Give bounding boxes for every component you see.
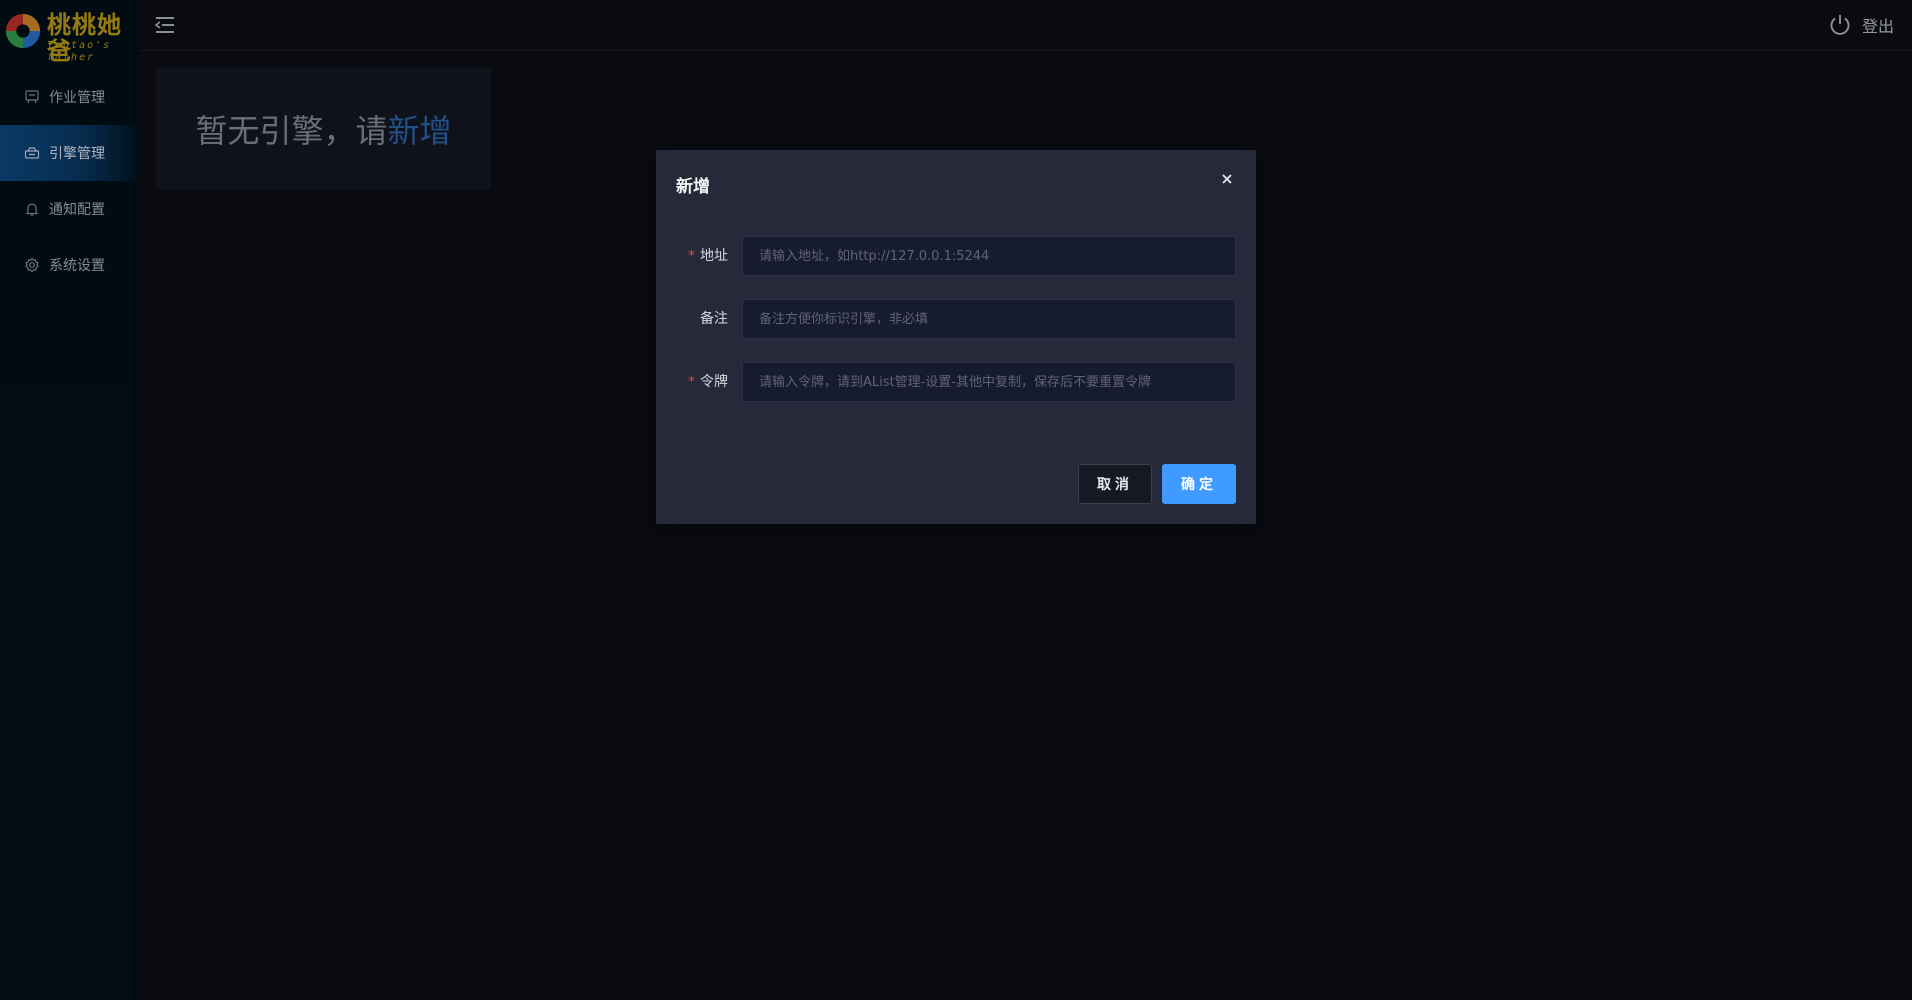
remark-label: 备注 xyxy=(700,311,728,327)
address-input[interactable] xyxy=(742,236,1236,276)
add-engine-dialog: 新增 *地址 备注 *令牌 取消 确定 xyxy=(656,150,1256,524)
form-row-address: * 地址 xyxy=(656,236,1256,276)
remark-input[interactable] xyxy=(742,299,1236,339)
close-icon[interactable] xyxy=(1218,170,1236,188)
required-mark: * xyxy=(688,374,695,390)
confirm-button[interactable]: 确定 xyxy=(1162,464,1236,504)
form-row-remark: 备注 xyxy=(656,299,1256,339)
required-mark: * xyxy=(688,248,695,264)
token-input[interactable] xyxy=(742,362,1236,402)
address-label: * 地址 xyxy=(688,248,728,264)
cancel-button[interactable]: 取消 xyxy=(1078,464,1152,504)
form-row-token: * 令牌 xyxy=(656,362,1256,402)
dialog-title: 新增 xyxy=(676,177,710,197)
token-label: * 令牌 xyxy=(688,374,728,390)
